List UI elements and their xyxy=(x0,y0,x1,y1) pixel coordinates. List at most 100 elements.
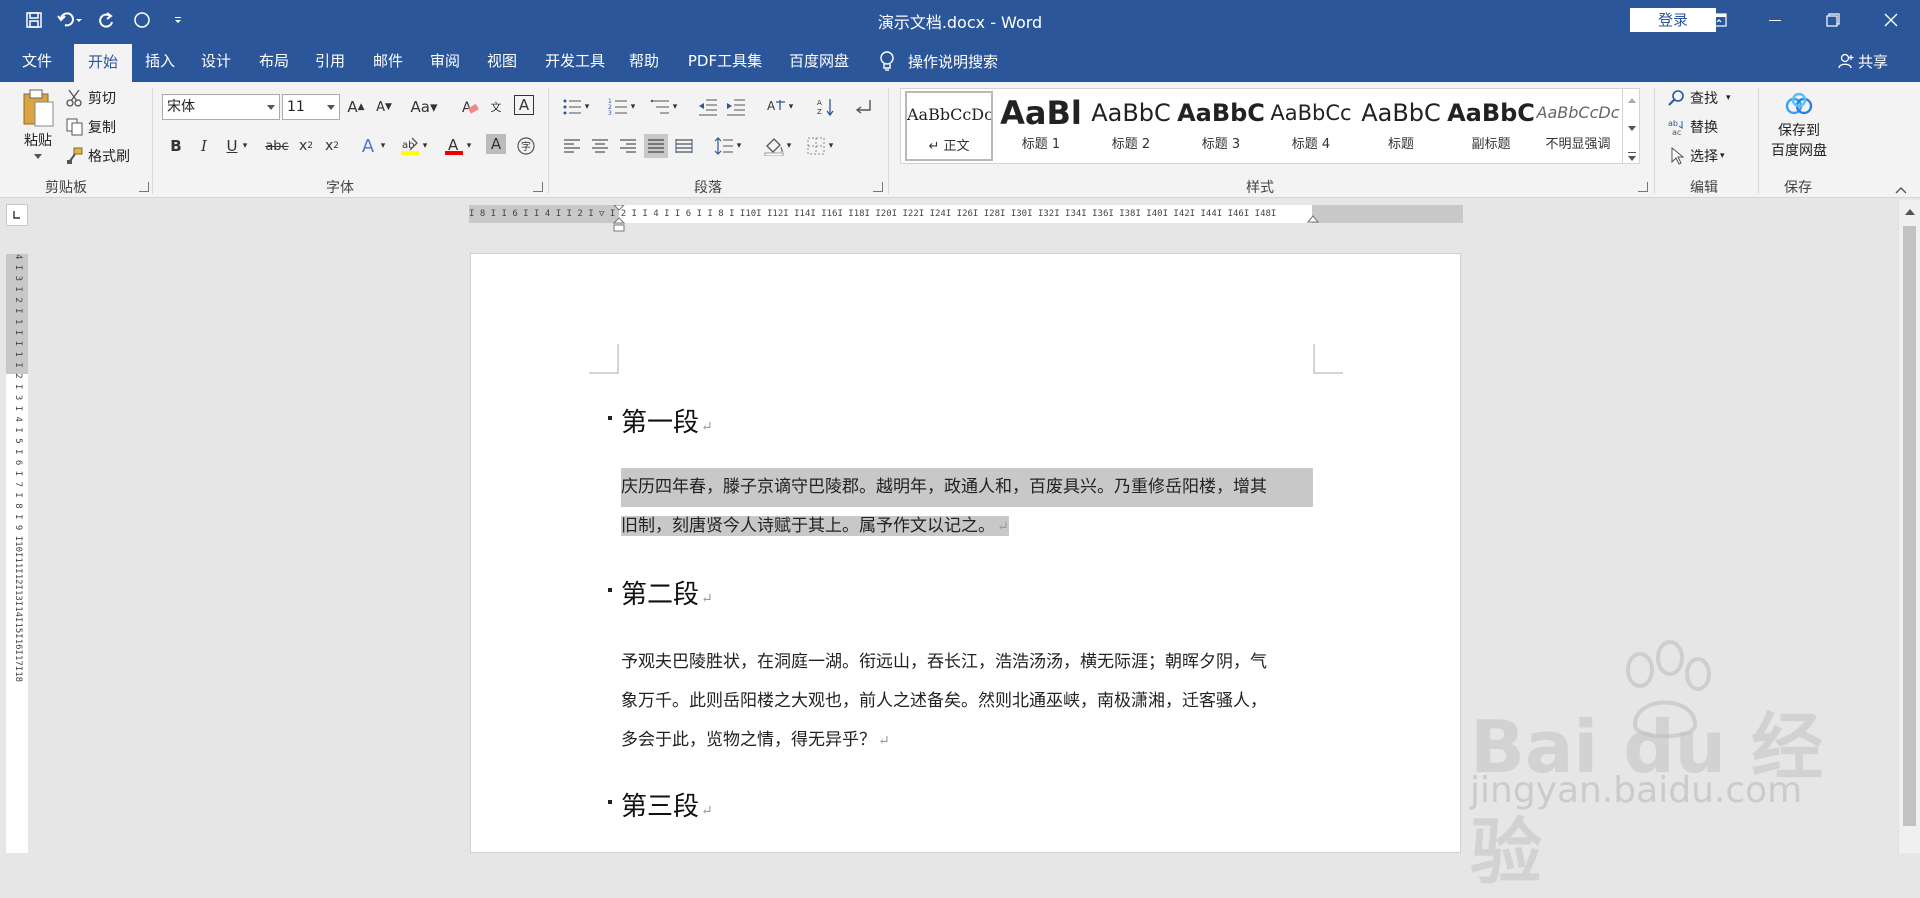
lightbulb-icon xyxy=(880,51,894,71)
tell-me-search[interactable]: 操作说明搜索 xyxy=(878,40,998,82)
tab-mailings[interactable]: 邮件 xyxy=(364,40,412,82)
copy-button[interactable]: 复制 xyxy=(66,117,116,137)
style-subtitle[interactable]: AaBbC 副标题 xyxy=(1447,91,1535,161)
bold-icon[interactable]: B xyxy=(164,134,188,158)
select-button[interactable]: 选择 ▾ xyxy=(1668,146,1725,166)
change-case-icon[interactable]: Aa▾ xyxy=(408,95,440,119)
tab-view[interactable]: 视图 xyxy=(478,40,526,82)
show-formatting-marks-icon[interactable] xyxy=(852,95,876,119)
clear-formatting-icon[interactable]: A xyxy=(458,95,482,119)
tab-references[interactable]: 引用 xyxy=(306,40,354,82)
character-border-icon[interactable]: A xyxy=(514,95,534,115)
justify-icon[interactable] xyxy=(644,134,668,158)
clipboard-dialog-launcher[interactable] xyxy=(139,182,149,192)
font-dialog-launcher[interactable] xyxy=(533,182,543,192)
style-title[interactable]: AaBbC 标题 xyxy=(1357,91,1445,161)
tab-design[interactable]: 设计 xyxy=(192,40,240,82)
strikethrough-icon[interactable]: abc xyxy=(262,134,292,158)
enclose-characters-icon[interactable]: 字 xyxy=(514,134,538,158)
share-button[interactable]: 共享 xyxy=(1838,40,1888,82)
chevron-down-icon[interactable] xyxy=(1623,116,1641,140)
cursor-arrow-icon xyxy=(1668,147,1686,165)
chevron-down-icon[interactable]: ▾ xyxy=(462,134,476,158)
font-size-combo[interactable]: 11 xyxy=(282,94,340,120)
right-indent-marker-icon[interactable] xyxy=(1307,215,1319,225)
distributed-icon[interactable] xyxy=(672,134,696,158)
align-left-icon[interactable] xyxy=(560,134,584,158)
indent-marker-icon[interactable] xyxy=(613,205,625,233)
tab-review[interactable]: 审阅 xyxy=(421,40,469,82)
sort-icon[interactable]: AZ xyxy=(814,95,838,119)
styles-gallery-scroller[interactable] xyxy=(1622,88,1640,164)
collapse-ribbon-icon[interactable] xyxy=(1894,180,1908,199)
minimize-icon[interactable] xyxy=(1752,0,1798,40)
tab-baidu-netdisk[interactable]: 百度网盘 xyxy=(782,40,856,82)
tab-home[interactable]: 开始 xyxy=(74,44,132,82)
vertical-scrollbar[interactable] xyxy=(1898,200,1920,853)
horizontal-ruler[interactable]: I 8 I I 6 I I 4 I I 2 I ▽ I 2 I I 4 I I … xyxy=(469,205,1463,232)
paragraph-2[interactable]: 予观夫巴陵胜状，在洞庭一湖。衔远山，吞长江，浩浩汤汤，横无际涯；朝晖夕阴，气 象… xyxy=(621,643,1313,761)
replace-button[interactable]: ab ac 替换 xyxy=(1668,117,1718,137)
chevron-down-icon[interactable]: ▾ xyxy=(580,95,594,119)
italic-icon[interactable]: I xyxy=(192,134,216,158)
document-page[interactable]: 第一段 ↵ 庆历四年春，滕子京谪守巴陵郡。越明年，政通人和，百废具兴。乃重修岳阳楼… xyxy=(470,253,1461,853)
phonetic-guide-icon[interactable]: 文 xyxy=(484,95,508,119)
chevron-down-icon[interactable]: ▾ xyxy=(376,134,390,158)
style-heading-2[interactable]: AaBbC 标题 2 xyxy=(1087,91,1175,161)
align-right-icon[interactable] xyxy=(616,134,640,158)
style-heading-3[interactable]: AaBbC 标题 3 xyxy=(1177,91,1265,161)
font-name-combo[interactable]: 宋体 xyxy=(162,94,280,120)
restore-icon[interactable] xyxy=(1810,0,1856,40)
style-heading-1[interactable]: AaBl 标题 1 xyxy=(997,91,1085,161)
tab-file[interactable]: 文件 xyxy=(8,40,66,82)
shrink-font-icon[interactable]: A ▼ xyxy=(372,95,396,119)
expand-gallery-icon[interactable] xyxy=(1623,144,1641,168)
scroll-up-icon[interactable] xyxy=(1904,208,1916,216)
chevron-down-icon[interactable]: ▾ xyxy=(238,134,252,158)
decrease-indent-icon[interactable] xyxy=(696,95,720,119)
tab-selector[interactable] xyxy=(6,204,28,226)
tab-help[interactable]: 帮助 xyxy=(620,40,668,82)
format-painter-button[interactable]: 格式刷 xyxy=(66,146,130,166)
increase-indent-icon[interactable] xyxy=(724,95,748,119)
tab-insert[interactable]: 插入 xyxy=(136,40,184,82)
heading-1[interactable]: 第一段 ↵ xyxy=(608,402,713,439)
chevron-down-icon[interactable]: ▾ xyxy=(782,134,796,158)
styles-dialog-launcher[interactable] xyxy=(1638,182,1648,192)
tab-pdf-tools[interactable]: PDF工具集 xyxy=(682,40,768,82)
cut-button[interactable]: 剪切 xyxy=(66,88,116,108)
find-button[interactable]: 查找 ▾ xyxy=(1668,88,1731,108)
align-center-icon[interactable] xyxy=(588,134,612,158)
ribbon-display-options-icon[interactable] xyxy=(1696,0,1742,40)
chevron-down-icon[interactable]: ▾ xyxy=(626,95,640,119)
paste-button[interactable]: 粘贴 xyxy=(18,88,58,160)
close-icon[interactable] xyxy=(1868,0,1914,40)
share-label: 共享 xyxy=(1858,52,1889,71)
chevron-down-icon[interactable]: ▾ xyxy=(732,134,746,158)
tab-layout[interactable]: 布局 xyxy=(250,40,298,82)
subscript-icon[interactable]: x2 xyxy=(294,134,318,158)
character-shading-icon[interactable]: A xyxy=(486,134,506,154)
font-group-label: 字体 xyxy=(326,180,354,196)
chevron-down-icon[interactable]: ▾ xyxy=(418,134,432,158)
chevron-up-icon[interactable] xyxy=(1623,88,1641,112)
grow-font-icon[interactable]: A ▲ xyxy=(344,95,368,119)
superscript-icon[interactable]: x2 xyxy=(320,134,344,158)
paragraph-1[interactable]: 庆历四年春，滕子京谪守巴陵郡。越明年，政通人和，百废具兴。乃重修岳阳楼，增其 旧… xyxy=(621,468,1313,547)
chevron-down-icon[interactable]: ▾ xyxy=(784,95,798,119)
paste-label: 粘贴 xyxy=(24,133,52,149)
chevron-down-icon[interactable]: ▾ xyxy=(824,134,838,158)
vertical-ruler[interactable]: 4 I 3 I 2 I 1 I I 1 I 2 I 3 I 4 I 5 I 6 … xyxy=(6,254,28,853)
chevron-down-icon[interactable]: ▾ xyxy=(668,95,682,119)
paragraph-dialog-launcher[interactable] xyxy=(873,182,883,192)
heading-2[interactable]: 第二段 ↵ xyxy=(608,574,713,611)
chevron-down-icon xyxy=(267,105,275,110)
scroll-thumb[interactable] xyxy=(1903,226,1916,826)
style-subtle-emphasis[interactable]: AaBbCcDc 不明显强调 xyxy=(1533,91,1623,161)
save-to-baidu-netdisk-button[interactable]: 保存到 百度网盘 xyxy=(1764,92,1834,160)
heading-3[interactable]: 第三段 ↵ xyxy=(608,786,713,823)
style-normal[interactable]: AaBbCcDc ↵ 正文 xyxy=(905,91,993,161)
return-mark: ↵ xyxy=(701,419,713,435)
style-heading-4[interactable]: AaBbCc 标题 4 xyxy=(1267,91,1355,161)
tab-developer[interactable]: 开发工具 xyxy=(538,40,612,82)
